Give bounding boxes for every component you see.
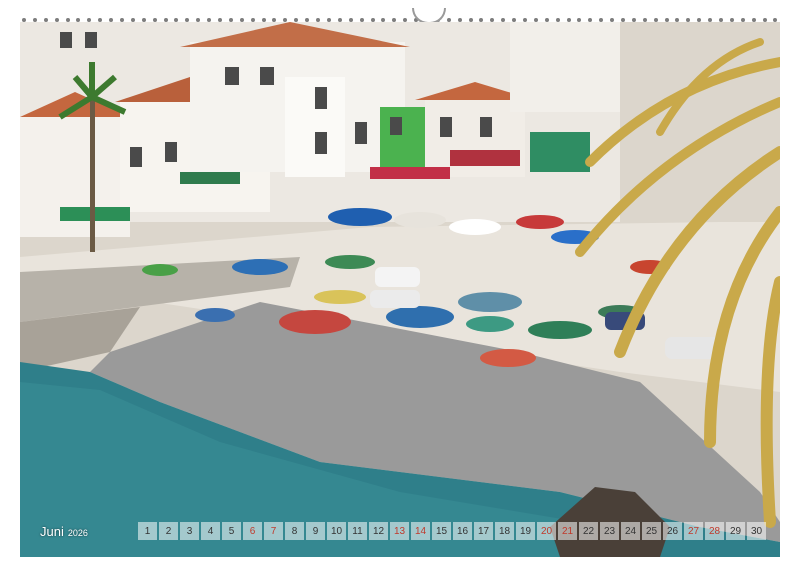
day-cell: 25 <box>642 522 661 540</box>
day-cells: 1 2 3 4 5 6 7 8 9 10 11 12 13 14 15 16 17 18 19 20 21 22 23 24 2… <box>138 522 766 540</box>
day-cell: 30 <box>747 522 766 540</box>
day-cell: 1 <box>138 522 157 540</box>
day-cell: 23 <box>600 522 619 540</box>
month-label: Juni 2026 <box>20 524 138 539</box>
day-cell: 11 <box>348 522 367 540</box>
day-cell: 20 <box>537 522 556 540</box>
day-cell: 15 <box>432 522 451 540</box>
day-cell: 24 <box>621 522 640 540</box>
day-cell: 13 <box>390 522 409 540</box>
day-cell: 26 <box>663 522 682 540</box>
day-cell: 2 <box>159 522 178 540</box>
town-buildings <box>20 22 620 237</box>
day-cell: 19 <box>516 522 535 540</box>
day-cell: 14 <box>411 522 430 540</box>
day-cell: 16 <box>453 522 472 540</box>
day-cell: 8 <box>285 522 304 540</box>
day-cell: 12 <box>369 522 388 540</box>
day-cell: 27 <box>684 522 703 540</box>
day-cell: 28 <box>705 522 724 540</box>
day-cell: 17 <box>474 522 493 540</box>
calendar-date-strip: Juni 2026 1 2 3 4 5 6 7 8 9 10 11 12 13 14 15 16 17 18 19 2… <box>20 520 780 542</box>
day-cell: 6 <box>243 522 262 540</box>
day-cell: 21 <box>558 522 577 540</box>
day-cell: 7 <box>264 522 283 540</box>
day-cell: 9 <box>306 522 325 540</box>
day-cell: 10 <box>327 522 346 540</box>
day-cell: 18 <box>495 522 514 540</box>
calendar-photo-harbour <box>20 22 780 557</box>
day-cell: 3 <box>180 522 199 540</box>
year-label: 2026 <box>67 527 88 538</box>
day-cell: 22 <box>579 522 598 540</box>
day-cell: 5 <box>222 522 241 540</box>
day-cell: 4 <box>201 522 220 540</box>
day-cell: 29 <box>726 522 745 540</box>
month-name: Juni <box>40 523 64 539</box>
